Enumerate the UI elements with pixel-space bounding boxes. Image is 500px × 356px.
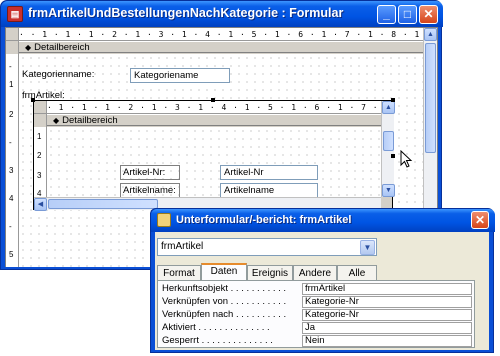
property-value[interactable]: Nein <box>302 335 472 347</box>
selection-handle[interactable] <box>391 98 395 102</box>
property-name: Gesperrt . . . . . . . . . . . . . . <box>162 335 273 346</box>
tab-andere[interactable]: Andere <box>293 265 337 280</box>
close-button[interactable]: ✕ <box>419 5 438 24</box>
minimize-button[interactable]: _ <box>377 5 396 24</box>
subform-vertical-scrollbar[interactable]: ▲ ▼ <box>381 101 395 197</box>
artikelnr-label[interactable]: Artikel-Nr: <box>120 165 180 180</box>
property-name: Aktiviert . . . . . . . . . . . . . . <box>162 322 270 333</box>
object-selector-value: frmArtikel <box>161 241 204 252</box>
scroll-up-icon[interactable]: ▲ <box>382 101 395 114</box>
scroll-left-icon[interactable]: ◀ <box>34 198 47 211</box>
subform-ruler-corner[interactable] <box>34 101 47 114</box>
property-row[interactable]: Verknüpfen nach . . . . . . . . . . Kate… <box>158 309 474 321</box>
kategorie-label[interactable]: Kategorienname: <box>20 68 96 81</box>
property-row[interactable]: Aktiviert . . . . . . . . . . . . . . Ja <box>158 322 474 334</box>
access-form-icon: ▤ <box>7 6 23 22</box>
property-sheet-close-button[interactable]: ✕ <box>471 211 489 229</box>
subform-detail-section-header[interactable]: ◆ Detailbereich <box>47 114 381 126</box>
object-selector[interactable]: frmArtikel ▼ <box>157 238 377 256</box>
section-toggle-icon: ◆ <box>53 116 60 125</box>
property-row[interactable]: Gesperrt . . . . . . . . . . . . . . Nei… <box>158 335 474 347</box>
property-value[interactable]: Kategorie-Nr <box>302 309 472 321</box>
vertical-ruler[interactable]: - 1 2 - 3 4 - 5 <box>6 54 19 267</box>
kategorie-textbox[interactable]: Kategoriename <box>130 68 230 83</box>
subform-horizontal-ruler[interactable]: · 1 · 1 · 1 · 2 · 1 · 3 · 1 · 4 · 1 · 5 … <box>47 101 381 114</box>
selection-handle[interactable] <box>31 98 35 102</box>
property-value[interactable]: frmArtikel <box>302 283 472 295</box>
property-value[interactable]: Kategorie-Nr <box>302 296 472 308</box>
selection-handle[interactable] <box>391 154 395 158</box>
property-sheet-body: frmArtikel ▼ Format Daten Ereignis Ander… <box>155 232 489 350</box>
tab-format[interactable]: Format <box>157 265 201 280</box>
property-sheet-titlebar[interactable]: Unterformular/-bericht: frmArtikel ✕ <box>151 209 495 232</box>
subform-scroll-thumb[interactable] <box>383 131 394 151</box>
ruler-corner[interactable] <box>6 28 19 41</box>
scroll-thumb[interactable] <box>425 43 436 153</box>
tab-daten[interactable]: Daten <box>201 263 247 280</box>
window-titlebar[interactable]: ▤ frmArtikelUndBestellungenNachKategorie… <box>1 1 443 27</box>
scroll-down-icon[interactable]: ▼ <box>382 184 395 197</box>
properties-panel: Herkunftsobjekt . . . . . . . . . . . fr… <box>157 280 475 348</box>
subform-detail-grid[interactable] <box>47 127 381 197</box>
tab-ereignis[interactable]: Ereignis <box>247 265 293 280</box>
subform-detail-section-label: Detailbereich <box>62 115 118 126</box>
chevron-down-icon[interactable]: ▼ <box>360 240 375 255</box>
subform-section-selector[interactable] <box>34 114 47 127</box>
window-title: frmArtikelUndBestellungenNachKategorie :… <box>28 6 344 20</box>
subform-control[interactable]: · 1 · 1 · 1 · 2 · 1 · 3 · 1 · 4 · 1 · 5 … <box>33 100 395 211</box>
property-name: Herkunftsobjekt . . . . . . . . . . . <box>162 283 287 294</box>
detail-section-label: Detailbereich <box>34 42 90 53</box>
property-sheet-icon <box>157 213 171 227</box>
subform-vertical-ruler[interactable]: 1 2 3 4 <box>34 127 47 198</box>
artikelnr-textbox[interactable]: Artikel-Nr <box>220 165 318 180</box>
section-toggle-icon: ◆ <box>25 43 32 52</box>
artikelname-label[interactable]: Artikelname: <box>120 183 180 198</box>
horizontal-ruler[interactable]: · · 1 · 1 · 1 · 2 · 1 · 3 · 1 · 4 · 1 · … <box>19 28 423 41</box>
property-name: Verknüpfen von . . . . . . . . . . . <box>162 296 287 307</box>
property-tabs-container: Format Daten Ereignis Andere Alle Herkun… <box>157 263 487 350</box>
property-sheet-window: Unterformular/-bericht: frmArtikel ✕ frm… <box>150 208 495 353</box>
section-selector[interactable] <box>6 41 19 54</box>
property-row[interactable]: Herkunftsobjekt . . . . . . . . . . . fr… <box>158 283 474 295</box>
selection-handle[interactable] <box>211 98 215 102</box>
property-sheet-title: Unterformular/-bericht: frmArtikel <box>176 214 352 226</box>
artikelname-textbox[interactable]: Artikelname <box>220 183 318 198</box>
tab-alle[interactable]: Alle <box>337 265 377 280</box>
property-row[interactable]: Verknüpfen von . . . . . . . . . . . Kat… <box>158 296 474 308</box>
scroll-up-icon[interactable]: ▲ <box>424 28 437 41</box>
property-name: Verknüpfen nach . . . . . . . . . . <box>162 309 287 320</box>
mouse-cursor-icon <box>400 150 413 168</box>
detail-section-header[interactable]: ◆ Detailbereich <box>19 41 423 53</box>
property-value[interactable]: Ja <box>302 322 472 334</box>
subform-hscroll-thumb[interactable] <box>48 199 158 209</box>
maximize-button[interactable]: □ <box>398 5 417 24</box>
